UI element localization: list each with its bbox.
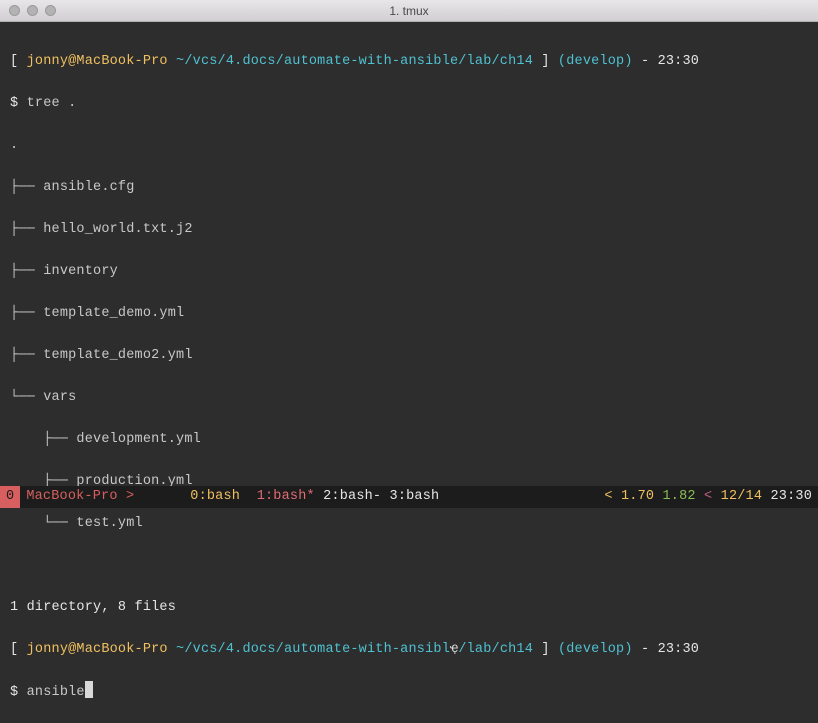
tmux-tab-3[interactable]: 3:bash bbox=[390, 489, 440, 504]
session-index[interactable]: 0 bbox=[0, 486, 20, 508]
user-host: jonny@MacBook-Pro bbox=[27, 642, 168, 657]
tmux-statusbar: 0 MacBook-Pro > 0:bash 1:bash* 2:bash- 3… bbox=[0, 486, 818, 508]
tree-item: ├── hello_world.txt.j2 bbox=[10, 219, 808, 240]
tree-item: └── vars bbox=[10, 387, 808, 408]
command-line-1: $ tree . bbox=[10, 93, 808, 114]
status-right: < 1.70 1.82 < 12/14 23:30 bbox=[604, 486, 818, 508]
status-time: 23:30 bbox=[770, 489, 812, 504]
tmux-tab-1-active[interactable]: 1:bash* bbox=[257, 489, 315, 504]
user-host: jonny@MacBook-Pro bbox=[27, 54, 168, 69]
tmux-tab-2[interactable]: 2:bash- bbox=[323, 489, 381, 504]
command-text: ansible bbox=[27, 685, 85, 700]
text-cursor-icon bbox=[85, 681, 93, 698]
close-icon[interactable] bbox=[9, 5, 20, 16]
command-line-2[interactable]: $ ansible bbox=[10, 681, 808, 703]
status-date: 12/14 bbox=[721, 489, 763, 504]
terminal-content[interactable]: [ jonny@MacBook-Pro ~/vcs/4.docs/automat… bbox=[0, 22, 818, 486]
traffic-lights bbox=[0, 5, 56, 16]
tree-item: ├── template_demo.yml bbox=[10, 303, 808, 324]
cwd-path: ~/vcs/4.docs/automate-with-ansible/lab/c… bbox=[176, 54, 533, 69]
prompt-time: 23:30 bbox=[658, 642, 700, 657]
load-1: 1.70 bbox=[621, 489, 654, 504]
load-2: 1.82 bbox=[663, 489, 696, 504]
tree-item: ├── ansible.cfg bbox=[10, 177, 808, 198]
git-branch: develop bbox=[566, 54, 624, 69]
tree-summary: 1 directory, 8 files bbox=[10, 597, 808, 618]
window-title: 1. tmux bbox=[0, 4, 818, 18]
command-text: tree . bbox=[27, 96, 77, 111]
prompt-time: 23:30 bbox=[658, 54, 700, 69]
tmux-tabs: 0:bash 1:bash* 2:bash- 3:bash bbox=[190, 486, 439, 508]
tree-item: ├── template_demo2.yml bbox=[10, 345, 808, 366]
git-branch: develop bbox=[566, 642, 624, 657]
prompt-line-2: [ jonny@MacBook-Pro ~/vcs/4.docs/automat… bbox=[10, 639, 808, 660]
zoom-icon[interactable] bbox=[45, 5, 56, 16]
status-host: MacBook-Pro > bbox=[20, 486, 134, 508]
minimize-icon[interactable] bbox=[27, 5, 38, 16]
window-titlebar: 1. tmux bbox=[0, 0, 818, 22]
tree-subitem: ├── development.yml bbox=[10, 429, 808, 450]
tmux-tab-0[interactable]: 0:bash bbox=[190, 489, 240, 504]
tree-root-dot: . bbox=[10, 135, 808, 156]
prompt-line-1: [ jonny@MacBook-Pro ~/vcs/4.docs/automat… bbox=[10, 51, 808, 72]
tree-subitem: └── test.yml bbox=[10, 513, 808, 534]
cwd-path-2: ~/vcs/4.docs/automate-with-ansiblҿ/lab/c… bbox=[176, 642, 533, 657]
tree-item: ├── inventory bbox=[10, 261, 808, 282]
ibeam-cursor-icon: ҿ bbox=[450, 642, 458, 657]
blank-line bbox=[10, 555, 808, 576]
